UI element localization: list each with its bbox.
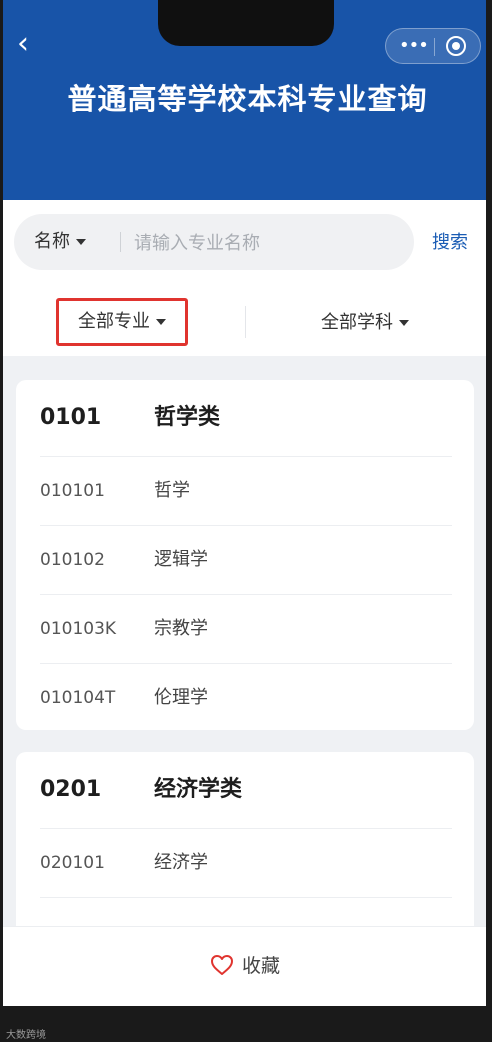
list-item[interactable]: 010103K 宗教学 bbox=[40, 595, 452, 664]
filter-subject-dropdown[interactable]: 全部学科 bbox=[321, 308, 409, 334]
major-code: 010103K bbox=[40, 619, 117, 639]
search-bar: 名称 bbox=[14, 214, 414, 272]
page-title: 普通高等学校本科专业查询 bbox=[67, 82, 428, 116]
list-item[interactable]: 010104T 伦理学 bbox=[40, 664, 452, 732]
back-button[interactable]: ‹ bbox=[17, 29, 37, 59]
major-name: 哲学 bbox=[154, 480, 190, 501]
phone-notch bbox=[158, 0, 334, 46]
major-list: 0101 哲学类 010101 哲学 010102 逻辑学 010103K 宗教… bbox=[3, 356, 486, 926]
major-group-card: 0201 经济学类 020101 经济学 bbox=[16, 752, 474, 926]
phone-frame-left bbox=[0, 0, 3, 1042]
list-item[interactable]: 010102 逻辑学 bbox=[40, 526, 452, 595]
group-name: 哲学类 bbox=[154, 405, 221, 430]
group-header[interactable]: 0201 经济学类 bbox=[40, 752, 452, 829]
group-header[interactable]: 0101 哲学类 bbox=[40, 380, 452, 457]
filter-category-dropdown[interactable]: 全部专业 bbox=[56, 298, 188, 346]
home-indicator-bar bbox=[3, 1006, 486, 1042]
major-code: 020101 bbox=[40, 853, 105, 873]
phone-frame-right bbox=[486, 0, 492, 1042]
list-item[interactable]: 020101 经济学 bbox=[40, 829, 452, 898]
target-circle-icon[interactable] bbox=[446, 36, 466, 56]
mini-program-capsule: ••• bbox=[385, 28, 481, 64]
major-name: 经济学 bbox=[154, 852, 208, 873]
group-name: 经济学类 bbox=[154, 777, 243, 802]
watermark: 大数跨境 bbox=[6, 1030, 46, 1041]
caret-down-icon bbox=[399, 320, 409, 326]
search-divider bbox=[120, 232, 121, 252]
group-code: 0201 bbox=[40, 777, 102, 802]
heart-outline-icon bbox=[211, 955, 233, 975]
bottom-action-bar: 收藏 bbox=[3, 926, 486, 1007]
major-group-card: 0101 哲学类 010101 哲学 010102 逻辑学 010103K 宗教… bbox=[16, 380, 474, 730]
major-name: 逻辑学 bbox=[154, 549, 208, 570]
filter-bar: 全部专业 全部学科 bbox=[3, 290, 486, 356]
phone-screen: ‹ ••• 普通高等学校本科专业查询 名称 搜索 全部专业 全部学科 0101 … bbox=[0, 0, 492, 1042]
major-name: 伦理学 bbox=[154, 687, 208, 708]
favorite-label: 收藏 bbox=[242, 955, 281, 977]
list-item[interactable]: 010101 哲学 bbox=[40, 457, 452, 526]
filter-subject-label: 全部学科 bbox=[321, 312, 393, 333]
search-input[interactable] bbox=[132, 214, 406, 272]
caret-down-icon bbox=[76, 239, 86, 245]
chevron-left-icon: ‹ bbox=[17, 26, 29, 61]
search-field-label: 名称 bbox=[34, 231, 70, 252]
search-button[interactable]: 搜索 bbox=[432, 228, 468, 254]
major-code: 010102 bbox=[40, 550, 105, 570]
major-code: 010104T bbox=[40, 688, 116, 708]
capsule-divider bbox=[434, 38, 435, 56]
filter-divider bbox=[245, 306, 246, 338]
caret-down-icon bbox=[156, 319, 166, 325]
search-field-dropdown[interactable]: 名称 bbox=[34, 214, 86, 270]
major-code: 010101 bbox=[40, 481, 105, 501]
group-code: 0101 bbox=[40, 405, 102, 430]
major-name: 宗教学 bbox=[154, 618, 208, 639]
more-dots-icon[interactable]: ••• bbox=[399, 36, 429, 56]
filter-category-label: 全部专业 bbox=[78, 311, 150, 332]
